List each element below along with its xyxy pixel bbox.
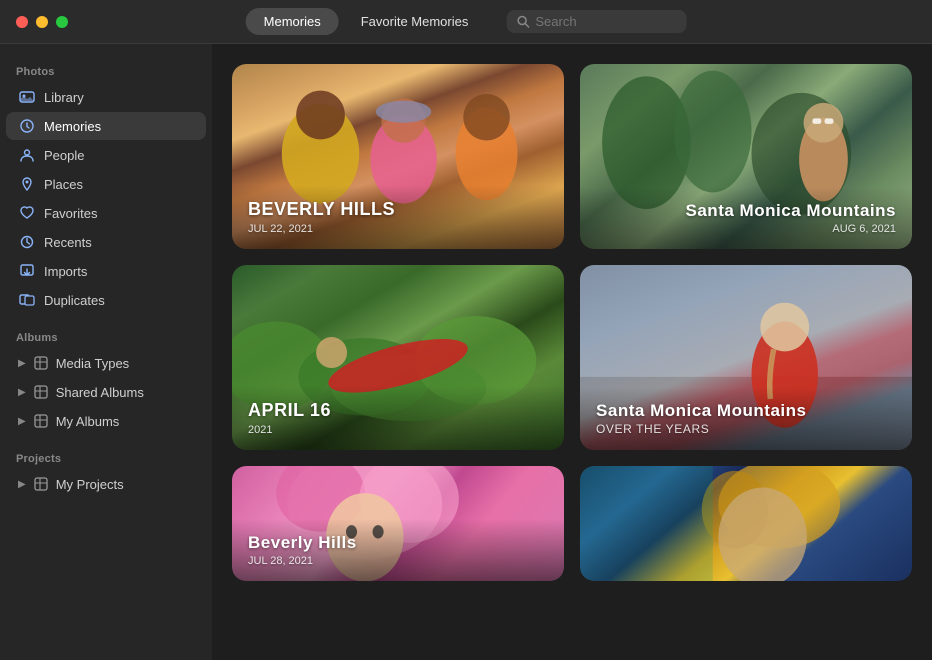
sidebar-item-places[interactable]: Places [6,170,206,198]
search-input[interactable] [535,14,675,29]
memory-title-1: BEVERLY HILLS [248,199,548,221]
traffic-lights [16,16,68,28]
my-albums-icon [32,412,50,430]
memory-title-2: Santa Monica Mountains [596,201,896,221]
sidebar-item-favorites[interactable]: Favorites [6,199,206,227]
sidebar: Photos Library Memories [0,44,212,660]
sidebar-memories-label: Memories [44,119,194,134]
memory-title-5: Beverly Hills [248,533,548,553]
sidebar-my-projects-label: My Projects [56,477,124,492]
memories-icon [18,117,36,135]
albums-section-label: Albums [0,322,212,348]
sidebar-favorites-label: Favorites [44,206,194,221]
sidebar-media-types-label: Media Types [56,356,129,371]
my-projects-icon [32,475,50,493]
sidebar-my-albums-label: My Albums [56,414,120,429]
titlebar: Memories Favorite Memories [0,0,932,44]
sidebar-item-duplicates[interactable]: Duplicates [6,286,206,314]
recents-icon [18,233,36,251]
sidebar-shared-albums-label: Shared Albums [56,385,144,400]
sidebar-duplicates-label: Duplicates [44,293,194,308]
memory-overlay-2: Santa Monica Mountains AUG 6, 2021 [580,187,912,249]
projects-section-label: Projects [0,443,212,469]
memory-date-3: 2021 [248,424,548,436]
memory-card-santa-monica-2[interactable]: Santa Monica Mountains OVER THE YEARS [580,265,912,450]
minimize-button[interactable] [36,16,48,28]
shared-albums-icon [32,383,50,401]
sidebar-item-library[interactable]: Library [6,83,206,111]
content-area: BEVERLY HILLS JUL 22, 2021 [212,44,932,660]
maximize-button[interactable] [56,16,68,28]
search-icon [516,15,529,28]
sidebar-people-label: People [44,148,194,163]
memory-card-bottom-right[interactable] [580,466,912,581]
duplicates-icon [18,291,36,309]
sidebar-expand-media-types[interactable]: ▶ Media Types [6,349,206,377]
expand-arrow-icon: ▶ [18,358,26,369]
sidebar-expand-my-albums[interactable]: ▶ My Albums [6,407,206,435]
sidebar-expand-shared-albums[interactable]: ▶ Shared Albums [6,378,206,406]
search-bar [506,10,686,33]
memory-card-april-16[interactable]: APRIL 16 2021 [232,265,564,450]
favorites-icon [18,204,36,222]
sidebar-item-memories[interactable]: Memories [6,112,206,140]
sidebar-item-people[interactable]: People [6,141,206,169]
memory-overlay-1: BEVERLY HILLS JUL 22, 2021 [232,185,564,249]
main-layout: Photos Library Memories [0,44,932,660]
memory-title-4: Santa Monica Mountains [596,401,896,421]
places-icon [18,175,36,193]
memory-title-3: APRIL 16 [248,400,548,422]
media-types-icon [32,354,50,372]
memory-overlay-4: Santa Monica Mountains OVER THE YEARS [580,387,912,450]
memory-overlay-5: Beverly Hills JUL 28, 2021 [232,519,564,581]
sidebar-imports-label: Imports [44,264,194,279]
library-icon [18,88,36,106]
sidebar-recents-label: Recents [44,235,194,250]
people-icon [18,146,36,164]
sidebar-library-label: Library [44,90,194,105]
memory-card-beverly-hills-2[interactable]: Beverly Hills JUL 28, 2021 [232,466,564,581]
expand-arrow-icon-4: ▶ [18,479,26,490]
memory-date-2: AUG 6, 2021 [596,223,896,235]
memory-card-beverly-hills[interactable]: BEVERLY HILLS JUL 22, 2021 [232,64,564,249]
sidebar-item-imports[interactable]: Imports [6,257,206,285]
tab-memories[interactable]: Memories [246,8,339,35]
sidebar-places-label: Places [44,177,194,192]
expand-arrow-icon-3: ▶ [18,416,26,427]
memory-overlay-3: APRIL 16 2021 [232,386,564,450]
titlebar-center: Memories Favorite Memories [246,8,687,35]
memories-grid: BEVERLY HILLS JUL 22, 2021 [232,64,912,581]
close-button[interactable] [16,16,28,28]
memory-date-5: JUL 28, 2021 [248,555,548,567]
photos-section-label: Photos [0,56,212,82]
sidebar-item-recents[interactable]: Recents [6,228,206,256]
tab-favorite-memories[interactable]: Favorite Memories [343,8,487,35]
sidebar-expand-my-projects[interactable]: ▶ My Projects [6,470,206,498]
card-visual-6 [580,466,912,581]
memory-date-1: JUL 22, 2021 [248,223,548,235]
imports-icon [18,262,36,280]
memory-bg-6 [580,466,912,581]
memory-subtitle-4: OVER THE YEARS [596,422,896,436]
memory-card-santa-monica-1[interactable]: Santa Monica Mountains AUG 6, 2021 [580,64,912,249]
expand-arrow-icon-2: ▶ [18,387,26,398]
